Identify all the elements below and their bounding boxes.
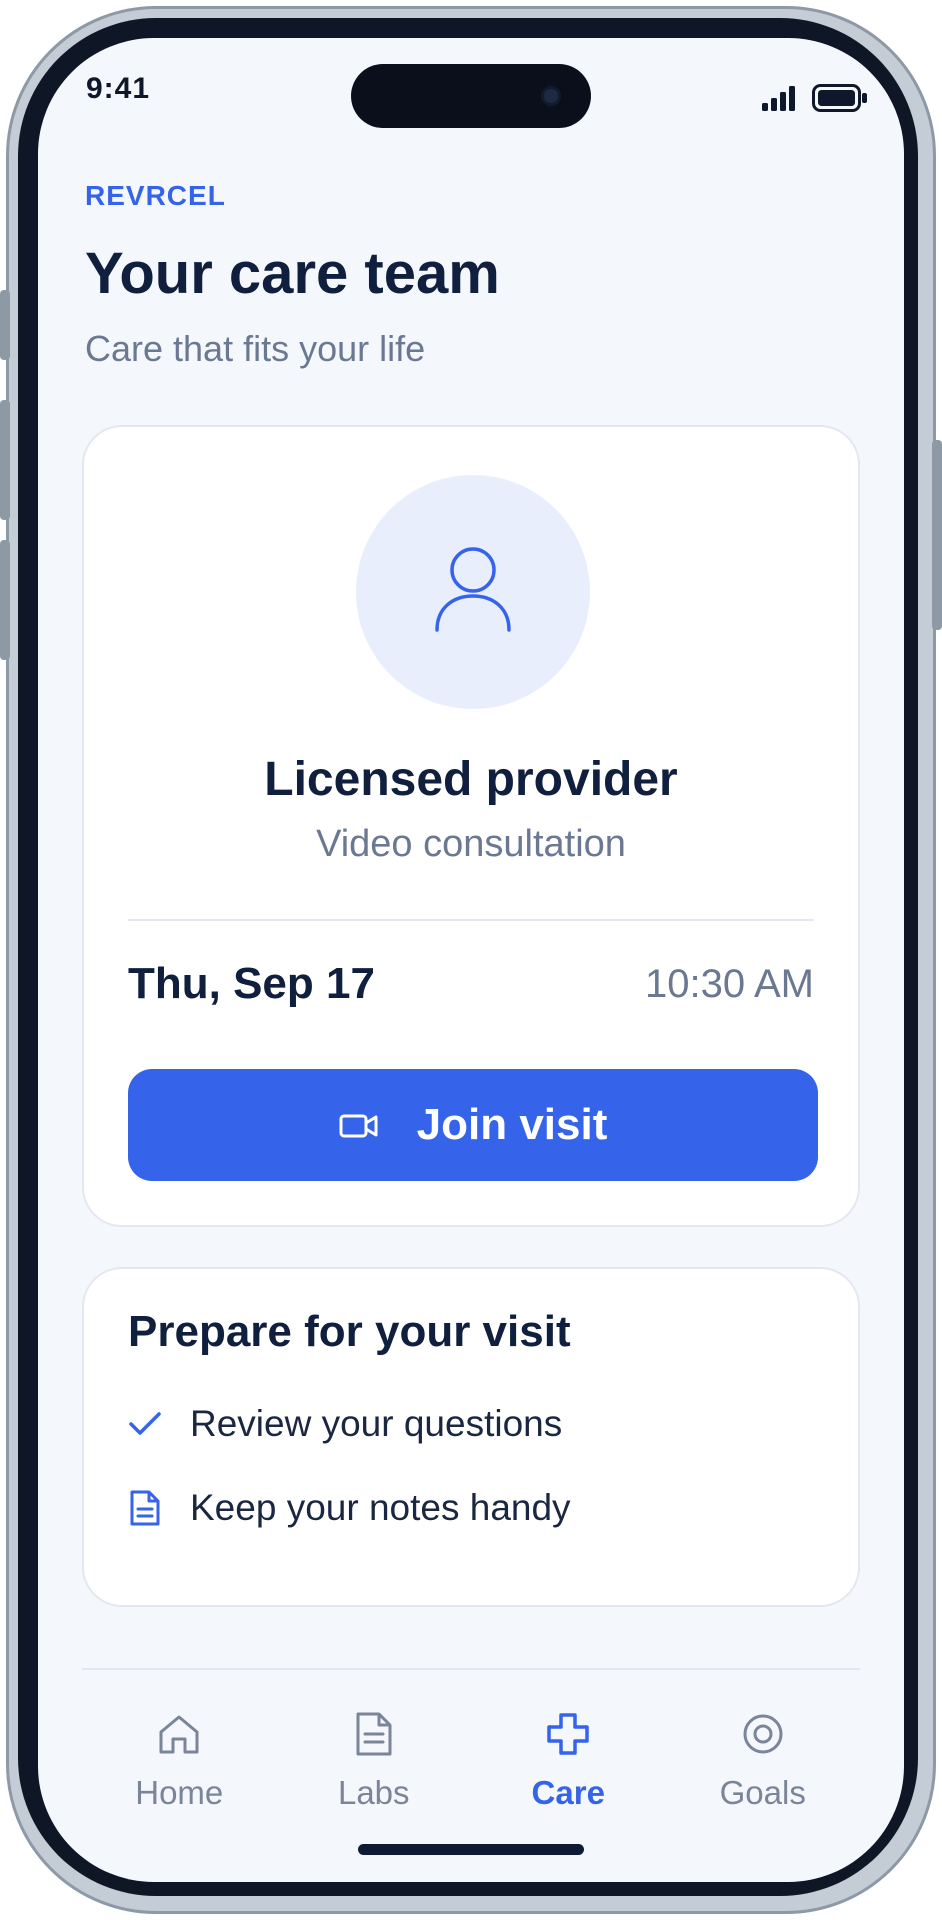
home-icon bbox=[157, 1708, 201, 1760]
prepare-item-questions: Review your questions bbox=[128, 1403, 562, 1445]
tab-label: Goals bbox=[719, 1774, 806, 1811]
front-camera bbox=[541, 86, 561, 106]
tab-label: Home bbox=[135, 1774, 224, 1811]
video-camera-icon bbox=[339, 1100, 379, 1150]
join-visit-label: Join visit bbox=[416, 1100, 608, 1149]
person-icon bbox=[425, 542, 521, 643]
provider-avatar bbox=[356, 475, 590, 709]
prepare-title: Prepare for your visit bbox=[128, 1307, 571, 1356]
tab-care[interactable]: Care bbox=[471, 1708, 666, 1828]
document-icon bbox=[128, 1488, 162, 1528]
card-divider bbox=[128, 919, 814, 921]
home-indicator[interactable] bbox=[358, 1844, 584, 1855]
action-button bbox=[0, 290, 10, 360]
signal-icon bbox=[762, 85, 796, 116]
visit-time: 10:30 AM bbox=[644, 962, 814, 1006]
visit-date: Thu, Sep 17 bbox=[128, 959, 375, 1008]
target-icon bbox=[741, 1708, 785, 1760]
volume-down-button bbox=[0, 540, 10, 660]
checkmark-icon bbox=[128, 1404, 162, 1444]
tab-labs[interactable]: Labs bbox=[277, 1708, 472, 1828]
join-visit-button[interactable]: Join visit bbox=[128, 1069, 818, 1181]
prepare-item-label: Keep your notes handy bbox=[190, 1487, 571, 1528]
tab-bar: Home Labs Care Goals bbox=[82, 1708, 860, 1828]
visit-type: Video consultation bbox=[316, 823, 626, 865]
dynamic-island bbox=[351, 64, 591, 128]
tab-home[interactable]: Home bbox=[82, 1708, 277, 1828]
brand-name: REVRCEL bbox=[85, 180, 226, 211]
appointment-card: Licensed provider Video consultation Thu… bbox=[82, 425, 860, 1227]
page-subtitle: Care that fits your life bbox=[85, 328, 426, 369]
status-icons bbox=[762, 84, 868, 117]
power-button bbox=[932, 440, 942, 630]
page-title: Your care team bbox=[85, 241, 500, 306]
battery-icon bbox=[812, 84, 868, 117]
document-icon bbox=[354, 1708, 394, 1760]
status-time: 9:41 bbox=[86, 72, 151, 105]
volume-up-button bbox=[0, 400, 10, 520]
plus-cross-icon bbox=[546, 1708, 590, 1760]
provider-name: Licensed provider bbox=[264, 753, 678, 806]
tab-label: Labs bbox=[337, 1774, 410, 1811]
prepare-card: Prepare for your visit Review your quest… bbox=[82, 1267, 860, 1607]
app-screen: 9:41 REVRCEL Your care team Care that fi… bbox=[38, 38, 904, 1882]
prepare-item-label: Review your questions bbox=[190, 1403, 563, 1444]
prepare-item-notes: Keep your notes handy bbox=[128, 1487, 571, 1529]
tabbar-divider bbox=[82, 1668, 860, 1670]
tab-goals[interactable]: Goals bbox=[666, 1708, 861, 1828]
tab-label: Care bbox=[531, 1774, 605, 1811]
